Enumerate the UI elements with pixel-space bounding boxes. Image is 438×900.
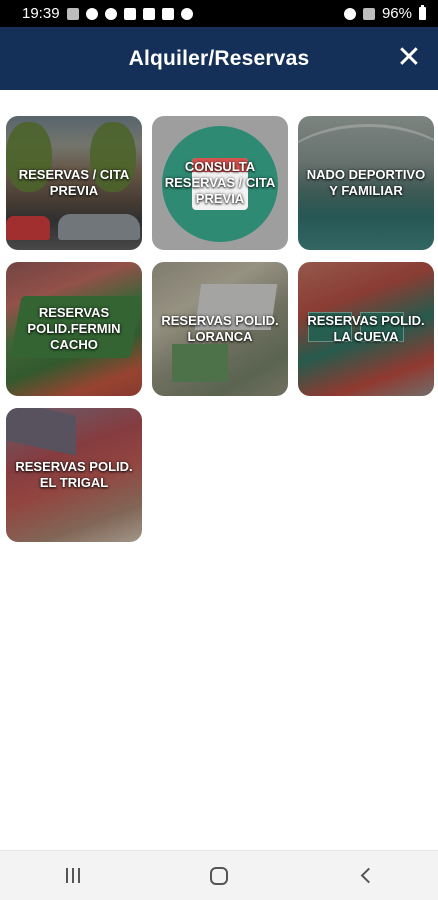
tile-polid-la-cueva[interactable]: RESERVAS POLID. LA CUEVA [298, 262, 434, 396]
tile-nado-deportivo[interactable]: NADO DEPORTIVO Y FAMILIAR [298, 116, 434, 250]
missed-call-icon [66, 7, 79, 20]
tile-label: RESERVAS POLID. LA CUEVA [307, 313, 425, 344]
page-title: Alquiler/Reservas [128, 46, 310, 70]
youtube-icon [161, 7, 174, 20]
vpn-icon [180, 7, 193, 20]
tile-label: RESERVAS POLID.FERMIN CACHO [27, 305, 121, 352]
battery-percent: 96% [381, 5, 412, 22]
tile-polid-fermin-cacho[interactable]: RESERVAS POLID.FERMIN CACHO [6, 262, 142, 396]
recent-apps-button[interactable] [43, 856, 103, 896]
status-left: 19:39 [22, 5, 193, 22]
home-icon [210, 866, 228, 885]
messenger-icon [85, 7, 98, 20]
image-icon [123, 7, 136, 20]
signal-icon [362, 7, 375, 20]
status-right: 96% [343, 5, 426, 22]
back-button[interactable] [335, 856, 395, 896]
mail-icon [142, 7, 155, 20]
navigation-bar [0, 850, 438, 900]
tile-consulta-reservas[interactable]: CONSULTA RESERVAS / CITA PREVIA [152, 116, 288, 250]
tile-label: NADO DEPORTIVO Y FAMILIAR [306, 167, 426, 198]
tile-label: CONSULTA RESERVAS / CITA PREVIA [164, 159, 276, 206]
recent-apps-icon [66, 868, 80, 883]
battery-icon [419, 5, 426, 20]
tile-label: RESERVAS / CITA PREVIA [18, 167, 130, 198]
app-header: Alquiler/Reservas ✕ [0, 27, 438, 90]
account-icon [104, 7, 117, 20]
tile-label: RESERVAS POLID. LORANCA [161, 313, 279, 344]
close-icon: ✕ [396, 41, 422, 74]
tile-reservas-cita-previa[interactable]: RESERVAS / CITA PREVIA [6, 116, 142, 250]
alarm-icon [343, 7, 356, 20]
tile-polid-el-trigal[interactable]: RESERVAS POLID. EL TRIGAL [6, 408, 142, 542]
tile-label: RESERVAS POLID. EL TRIGAL [15, 459, 133, 490]
status-time: 19:39 [22, 5, 60, 22]
status-bar: 19:39 96% [0, 0, 438, 27]
close-button[interactable]: ✕ [392, 41, 426, 75]
back-icon [360, 867, 376, 884]
tile-polid-loranca[interactable]: RESERVAS POLID. LORANCA [152, 262, 288, 396]
home-button[interactable] [189, 856, 249, 896]
